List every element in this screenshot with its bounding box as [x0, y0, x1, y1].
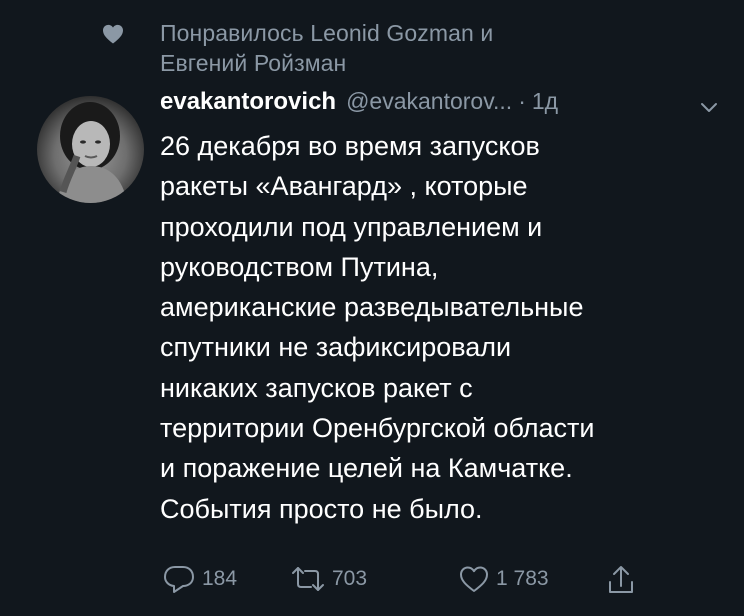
chevron-down-icon[interactable]: [700, 102, 718, 114]
retweet-button[interactable]: 703: [290, 564, 367, 594]
retweet-icon: [292, 567, 324, 591]
user-handle[interactable]: @evakantorov...: [346, 88, 512, 115]
liked-by-line-2: Евгений Ройзман: [160, 50, 347, 76]
display-name[interactable]: evakantorovich: [160, 88, 336, 116]
social-context: Понравилось Leonid Gozman и Евгений Ройз…: [103, 18, 632, 78]
tweet-text-line: американские разведывательные: [160, 292, 584, 323]
like-button[interactable]: 1 783: [458, 564, 549, 594]
like-count: 1 783: [496, 567, 549, 590]
tweet-text-line: 26 декабря во время запусков: [160, 131, 540, 161]
avatar[interactable]: [37, 96, 144, 203]
tweet-text-line: спутники не зафиксировали: [160, 332, 512, 363]
tweet-timestamp[interactable]: 1д: [532, 88, 558, 115]
retweet-count: 703: [332, 567, 368, 590]
tweet-text-line: территории Оренбургской области: [160, 413, 595, 444]
avatar-photo: [57, 102, 127, 203]
share-button[interactable]: [606, 564, 636, 596]
liked-by-text[interactable]: Понравилось Leonid Gozman и Евгений Ройз…: [160, 18, 493, 78]
heart-outline-icon: [460, 566, 488, 592]
reply-icon: [164, 566, 194, 593]
tweet-text: 26 декабря во время запусков ракеты «Ава…: [160, 126, 730, 529]
heart-icon: [103, 24, 123, 44]
tweet-text-line: руководством Путина,: [160, 251, 439, 282]
reply-count: 184: [202, 567, 238, 590]
tweet-text-line: проходили под управлением и: [160, 211, 543, 242]
tweet-text-line: ракеты «Авангард» , которые: [160, 171, 528, 202]
tweet-header: evakantorovich @evakantorov... · 1д: [160, 88, 730, 128]
tweet-actions: 184 703 1 783: [160, 564, 640, 600]
share-icon: [609, 566, 633, 593]
liked-by-line-1: Понравилось Leonid Gozman и: [160, 20, 494, 46]
tweet-text-line: никаких запусков ракет с: [160, 372, 473, 403]
tweet[interactable]: evakantorovich @evakantorov... · 1д 26 д…: [160, 88, 730, 529]
tweet-screen: Понравилось Leonid Gozman и Евгений Ройз…: [0, 0, 744, 616]
reply-button[interactable]: 184: [162, 564, 237, 594]
separator-dot: ·: [518, 88, 526, 114]
tweet-text-line: События просто не было.: [160, 493, 483, 524]
tweet-text-line: и поражение целей на Камчатке.: [160, 453, 573, 484]
